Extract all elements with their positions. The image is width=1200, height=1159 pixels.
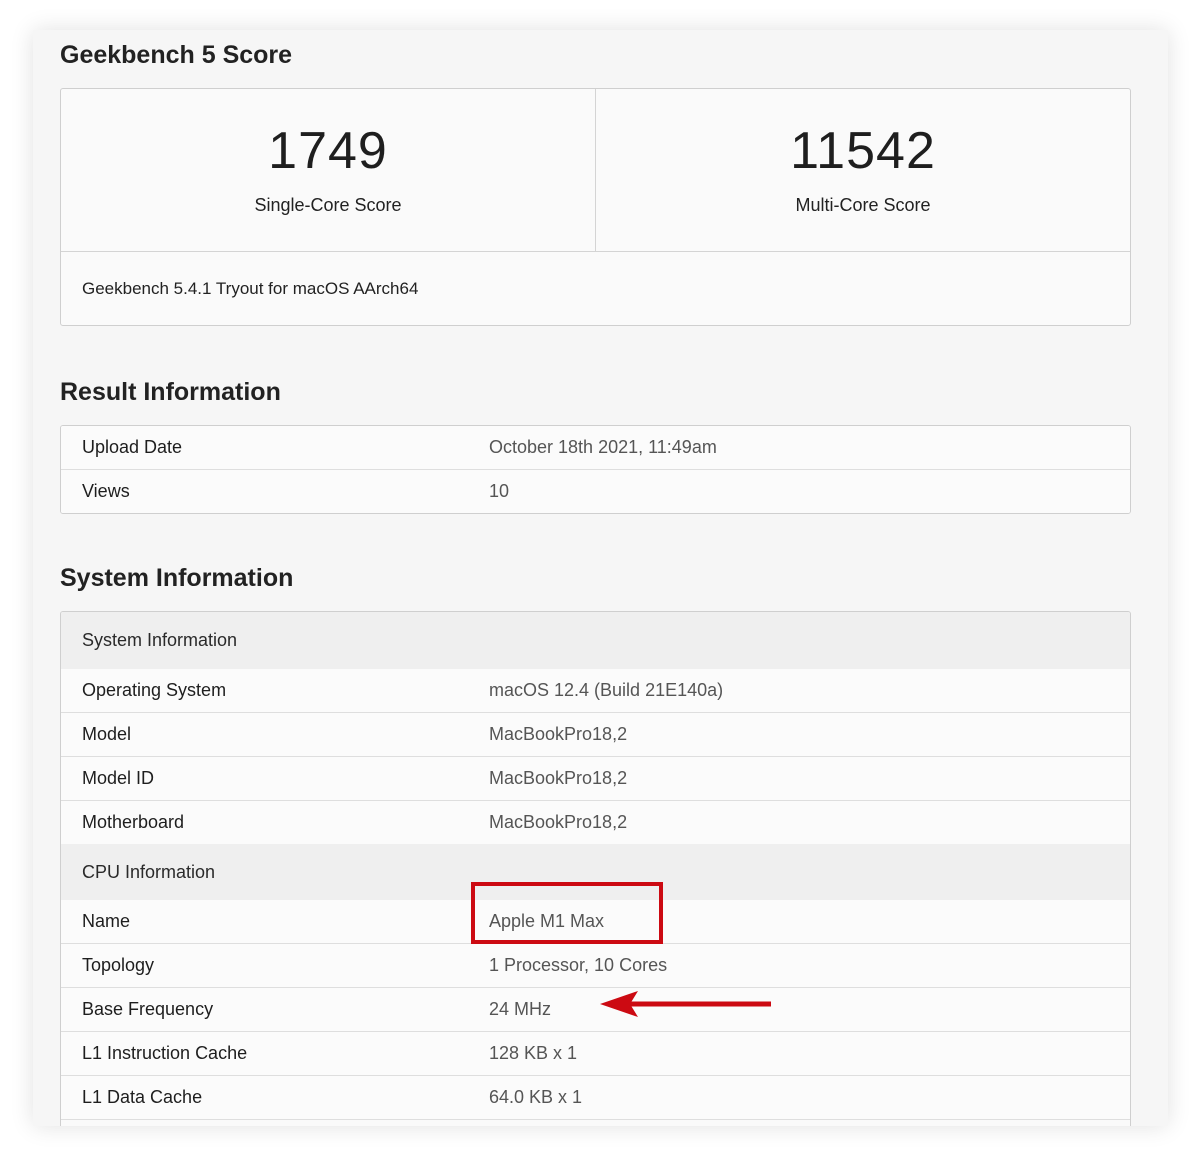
geekbench-result-page: Geekbench 5 Score 1749 Single-Core Score…: [33, 30, 1168, 1126]
row-key: Base Frequency: [82, 999, 214, 1019]
row-key: Operating System: [82, 680, 227, 700]
table-row: Topology 1 Processor, 10 Cores: [61, 944, 1130, 988]
row-key: Model ID: [82, 768, 155, 788]
table-row: Model MacBookPro18,2: [61, 713, 1130, 757]
row-value: 24 MHz: [489, 999, 552, 1019]
geekbench-version: Geekbench 5.4.1 Tryout for macOS AArch64: [82, 279, 419, 298]
row-value: macOS 12.4 (Build 21E140a): [489, 680, 724, 700]
multi-core-label: Multi-Core Score: [795, 195, 931, 215]
row-key: Upload Date: [82, 437, 183, 457]
score-row: 1749 Single-Core Score 11542 Multi-Core …: [61, 89, 1130, 252]
cpu-name-highlight-box: [471, 882, 663, 944]
row-value: 64.0 KB x 1: [489, 1087, 583, 1107]
arrow-left-icon: [600, 991, 771, 1017]
row-value: 128 KB x 1: [489, 1043, 578, 1063]
single-core-score: 1749: [268, 122, 388, 180]
single-core-label: Single-Core Score: [254, 195, 402, 215]
score-card: 1749 Single-Core Score 11542 Multi-Core …: [60, 88, 1131, 326]
table-row: Motherboard MacBookPro18,2: [61, 801, 1130, 844]
row-value: MacBookPro18,2: [489, 768, 628, 788]
system-info-table: System Information Operating System macO…: [60, 611, 1131, 1126]
row-value: 1 Processor, 10 Cores: [489, 955, 668, 975]
row-key: Motherboard: [82, 812, 185, 832]
row-value: October 18th 2021, 11:49am: [489, 437, 717, 457]
table-row: Operating System macOS 12.4 (Build 21E14…: [61, 669, 1130, 713]
group-heading-system: System Information: [61, 612, 1130, 669]
row-key: L1 Instruction Cache: [82, 1043, 248, 1063]
score-section-title: Geekbench 5 Score: [60, 41, 293, 69]
table-row: Upload Date October 18th 2021, 11:49am: [61, 426, 1130, 470]
row-value: MacBookPro18,2: [489, 812, 628, 832]
row-value: 10: [489, 481, 510, 501]
row-value: MacBookPro18,2: [489, 724, 628, 744]
table-row: Model ID MacBookPro18,2: [61, 757, 1130, 801]
result-section-title: Result Information: [60, 378, 281, 406]
row-key: Views: [82, 481, 130, 501]
table-row: L1 Data Cache 64.0 KB x 1: [61, 1076, 1130, 1120]
multi-core-score: 11542: [790, 122, 936, 180]
single-core-cell: 1749 Single-Core Score: [61, 89, 595, 251]
result-info-table: Upload Date October 18th 2021, 11:49am V…: [60, 425, 1131, 514]
system-section-title: System Information: [60, 564, 294, 592]
table-row: L1 Instruction Cache 128 KB x 1: [61, 1032, 1130, 1076]
table-row: Views 10: [61, 470, 1130, 513]
multi-core-cell: 11542 Multi-Core Score: [595, 89, 1130, 251]
row-key: Model: [82, 724, 132, 744]
row-key: Name: [82, 911, 131, 931]
table-row: Base Frequency 24 MHz: [61, 988, 1130, 1032]
row-key: Topology: [82, 955, 155, 975]
row-key: L1 Data Cache: [82, 1087, 203, 1107]
